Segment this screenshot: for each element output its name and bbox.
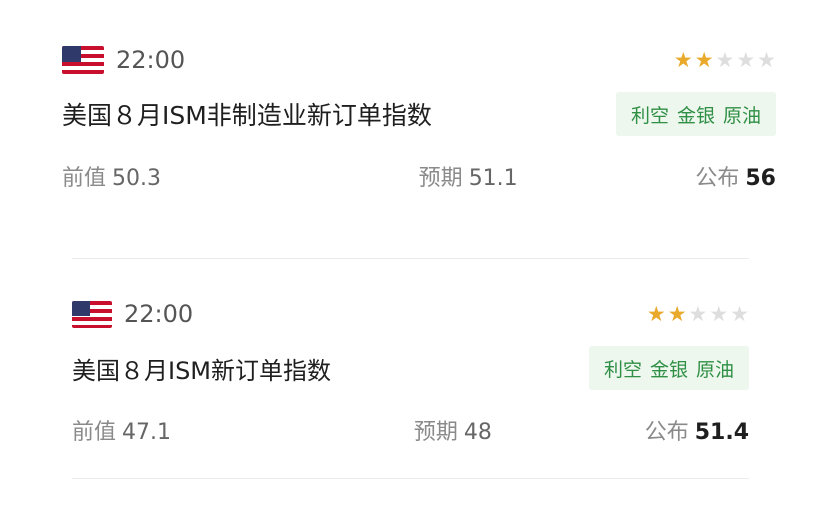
forecast-label: 预期 bbox=[413, 420, 458, 445]
impact-tags: 利空 金银 原油 bbox=[615, 92, 776, 136]
forecast-value: 预期 51.1 bbox=[419, 160, 518, 192]
event-time: 22:00 bbox=[124, 300, 194, 328]
actual-number: 51.4 bbox=[694, 420, 749, 445]
event-title: 美国８月ISM非制造业新订单指数 bbox=[62, 101, 432, 130]
previous-label: 前值 bbox=[72, 420, 117, 445]
forecast-number: 48 bbox=[463, 420, 492, 445]
previous-value: 前值 50.3 bbox=[62, 160, 161, 192]
star-icon: ★ bbox=[757, 47, 776, 72]
asset-tag: 原油 bbox=[695, 358, 734, 381]
impact-tags: 利空 金银 原油 bbox=[588, 346, 749, 390]
forecast-number: 51.1 bbox=[468, 166, 518, 191]
star-icon: ★ bbox=[667, 301, 687, 326]
star-icon: ★ bbox=[730, 301, 749, 326]
asset-tag: 金银 bbox=[676, 104, 715, 127]
importance-stars: ★ ★ ★ ★ ★ bbox=[646, 301, 749, 326]
actual-number: 56 bbox=[745, 166, 776, 191]
actual-label: 公布 bbox=[644, 420, 689, 445]
event-card[interactable]: 22:00 ★ ★ ★ ★ ★ 美国８月ISM新订单指数 利空 金银 原油 前值… bbox=[72, 292, 749, 454]
star-icon: ★ bbox=[709, 301, 729, 326]
star-icon: ★ bbox=[736, 47, 756, 72]
divider bbox=[72, 258, 749, 259]
star-icon: ★ bbox=[673, 47, 693, 72]
us-flag-icon bbox=[62, 46, 104, 74]
event-card[interactable]: 22:00 ★ ★ ★ ★ ★ 美国８月ISM非制造业新订单指数 利空 金银 原… bbox=[62, 38, 776, 200]
asset-tag: 原油 bbox=[722, 104, 761, 127]
actual-value: 公布 51.4 bbox=[645, 414, 749, 446]
star-icon: ★ bbox=[646, 301, 666, 326]
impact-tag: 利空 bbox=[630, 104, 669, 127]
previous-number: 47.1 bbox=[122, 420, 171, 445]
previous-number: 50.3 bbox=[112, 166, 161, 191]
previous-label: 前值 bbox=[62, 166, 107, 191]
us-flag-icon bbox=[72, 300, 112, 328]
actual-value: 公布 56 bbox=[695, 160, 776, 192]
event-time: 22:00 bbox=[116, 46, 186, 74]
event-title: 美国８月ISM新订单指数 bbox=[72, 356, 332, 385]
importance-stars: ★ ★ ★ ★ ★ bbox=[673, 47, 776, 72]
forecast-value: 预期 48 bbox=[414, 414, 492, 446]
star-icon: ★ bbox=[694, 47, 714, 72]
impact-tag: 利空 bbox=[603, 358, 642, 381]
actual-label: 公布 bbox=[695, 166, 740, 191]
forecast-label: 预期 bbox=[418, 166, 463, 191]
star-icon: ★ bbox=[715, 47, 735, 72]
previous-value: 前值 47.1 bbox=[72, 414, 171, 446]
star-icon: ★ bbox=[688, 301, 708, 326]
divider bbox=[72, 478, 749, 479]
asset-tag: 金银 bbox=[649, 358, 688, 381]
